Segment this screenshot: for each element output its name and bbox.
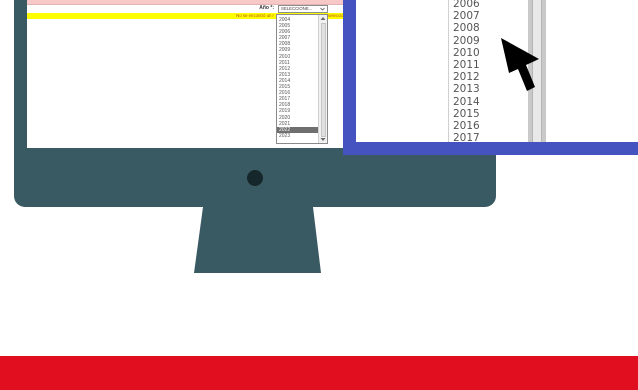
- zoom-option[interactable]: 2014: [449, 96, 480, 108]
- camera-dot: [247, 170, 263, 186]
- zoom-option[interactable]: 2016: [449, 120, 480, 132]
- year-dropdown-list[interactable]: 2004 2005 2006 2007 2008 2009 2010 2011 2012 2013…: [276, 14, 328, 144]
- zoom-option[interactable]: 2006: [449, 0, 480, 10]
- zoom-option[interactable]: 2015: [449, 108, 480, 120]
- chevron-down-icon: [320, 7, 325, 11]
- scroll-down-arrow-icon[interactable]: [320, 137, 326, 142]
- zoom-option[interactable]: 2013: [449, 83, 480, 95]
- zoom-option[interactable]: 2012: [449, 71, 480, 83]
- year-select-value: SELECCIONE...: [281, 6, 313, 11]
- dropdown-option[interactable]: 2023: [277, 133, 318, 139]
- message-text: No se encontró un r: [236, 13, 274, 18]
- zoom-option[interactable]: 2010: [449, 47, 480, 59]
- scroll-up-arrow-icon[interactable]: [320, 16, 326, 21]
- zoom-option[interactable]: 2017: [449, 132, 480, 142]
- zoom-option[interactable]: 2008: [449, 22, 480, 34]
- red-footer-band: [0, 356, 638, 390]
- year-select[interactable]: SELECCIONE...: [278, 5, 328, 13]
- zoom-option[interactable]: 2011: [449, 59, 480, 71]
- dropdown-scroll-thumb[interactable]: [321, 23, 326, 137]
- dropdown-scrollbar[interactable]: [318, 15, 327, 143]
- zoom-inset-frame: 2006 2007 2008 2009 2010 2011 2012 2013 2014 2015…: [343, 0, 638, 155]
- monitor-stand: [194, 207, 321, 273]
- year-label: Año *:: [259, 5, 274, 11]
- dropdown-options: 2004 2005 2006 2007 2008 2009 2010 2011 2012 2013…: [277, 17, 318, 139]
- message-text-continued: seleccio: [328, 13, 344, 18]
- zoom-option[interactable]: 2007: [449, 10, 480, 22]
- zoom-inset-content: 2006 2007 2008 2009 2010 2011 2012 2013 2014 2015…: [356, 0, 638, 142]
- zoom-options: 2006 2007 2008 2009 2010 2011 2012 2013 2014 2015…: [449, 0, 480, 142]
- zoom-option[interactable]: 2009: [449, 35, 480, 47]
- mouse-pointer-icon: [501, 38, 539, 91]
